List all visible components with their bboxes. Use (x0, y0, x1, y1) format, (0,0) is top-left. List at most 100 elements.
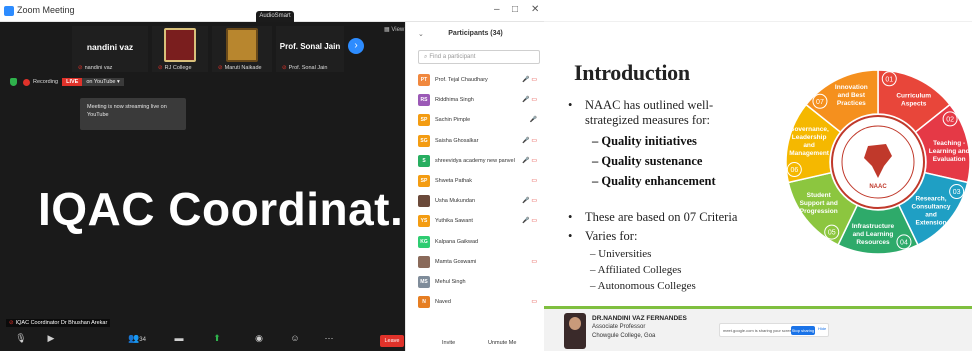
participant-avatar (418, 255, 430, 268)
recording-label: Recording (33, 79, 59, 85)
chat-button[interactable]: ▬ (166, 333, 192, 349)
participant-search-input[interactable]: ⌕ Find a participant (418, 50, 540, 64)
participant-row[interactable]: KG Kalpana Gaikwad (406, 232, 545, 252)
sub-bullet: – Autonomous Colleges (590, 280, 696, 292)
mute-button[interactable]: 🎙 (8, 333, 34, 349)
slide-title: Introduction (574, 60, 690, 85)
participant-avatar: MS (418, 275, 430, 288)
participant-name: Prof. Tejal Chaudhary (435, 77, 488, 83)
reaction-icon: ☺ (290, 333, 300, 343)
mic-video-status-icon: 🎤 ▭ (522, 137, 537, 144)
criteria-label: Governance, (789, 126, 829, 133)
participant-row[interactable]: PT Prof. Tejal Chaudhary 🎤 ▭ (406, 70, 545, 90)
security-shield-icon (10, 78, 17, 86)
video-tile[interactable]: ⊘ RJ College (152, 26, 208, 72)
participant-row[interactable]: RS Riddhima Singh 🎤 ▭ (406, 90, 545, 110)
participant-avatar: N (418, 296, 430, 309)
mic-video-status-icon: 🎤 ▭ (522, 77, 537, 83)
participant-row[interactable]: Sshreevidya academy new panvel 🎤 ▭ (406, 151, 545, 171)
video-tile[interactable]: nandini vaz ⊘ nandini vaz (72, 26, 148, 72)
more-icon: ⋯ (324, 333, 334, 343)
mic-video-status-icon: ▭ (531, 299, 537, 306)
more-button[interactable]: ⋯ (316, 333, 342, 349)
participant-row[interactable]: MS Mehul Singh (406, 272, 545, 292)
record-button[interactable]: ◉ (246, 333, 272, 349)
mic-video-status-icon: 🎤 ▭ (522, 198, 537, 205)
leave-button[interactable]: Leave (380, 335, 404, 347)
criteria-label: Leadership (792, 134, 827, 141)
criteria-label: Support and (800, 200, 838, 207)
reactions-button[interactable]: ☺ (282, 333, 308, 349)
hide-share-button[interactable]: Hide (818, 326, 826, 331)
invite-button[interactable]: Invite (442, 340, 455, 350)
criteria-label: Infrastructure (852, 223, 895, 230)
participant-avatar: YS (418, 215, 430, 228)
video-button[interactable]: ▶ (38, 333, 64, 349)
mic-video-status-icon: 🎤 ▭ (522, 97, 537, 104)
criteria-label: and (803, 142, 815, 149)
tile-label: ⊘ Prof. Sonal Jain (282, 65, 328, 71)
video-tile[interactable]: Prof. Sonal Jain ⊘ Prof. Sonal Jain (276, 26, 344, 72)
minimize-button[interactable]: – (494, 4, 500, 15)
participant-row[interactable]: SG Saisha Ghosalkar 🎤 ▭ (406, 131, 545, 151)
mic-video-status-icon: ▭ (531, 177, 537, 184)
audio-device-label: AudioSmart (256, 11, 294, 22)
mic-muted-icon: ⊘ (9, 320, 14, 326)
criteria-label: Learning and (929, 148, 970, 155)
participant-name: Usha Mukundan (435, 198, 476, 205)
unmute-me-button[interactable]: Unmute Me (488, 340, 516, 350)
stop-sharing-button[interactable]: Stop sharing (791, 326, 815, 335)
participant-row[interactable]: SP Shweta Pathak ▭ (406, 171, 545, 191)
participant-row[interactable]: SP Sachin Pimple 🎤 (406, 110, 545, 130)
participant-name: Mehul Singh (435, 278, 466, 285)
criteria-label: Management (789, 150, 830, 157)
live-badge[interactable]: LIVE (62, 78, 83, 86)
participant-row[interactable]: Usha Mukundan 🎤 ▭ (406, 191, 545, 211)
close-button[interactable]: ✕ (531, 4, 539, 15)
participant-avatar: SP (418, 174, 430, 187)
record-icon: ◉ (255, 333, 263, 343)
presenter-photo (564, 313, 586, 349)
participant-name: Naved (435, 299, 451, 306)
mic-muted-icon: ⊘ (158, 65, 163, 71)
participants-icon: 👥 (128, 333, 140, 343)
tile-label: ⊘ RJ College (158, 65, 192, 71)
participant-name: Mamta Goswami (435, 258, 477, 265)
view-button[interactable]: ▦ View (384, 26, 404, 33)
criteria-label: Research, (915, 196, 946, 203)
presenter-role: Associate Professor (592, 324, 646, 330)
participants-panel: ⌄ Participants (34) ⌕ Find a participant … (405, 22, 544, 351)
meeting-toolbar: 🎙 ▶ 👥34 ▬ ⬆ ◉ ☺ ⋯ Leave (0, 330, 405, 351)
criteria-label: Student (807, 192, 832, 199)
tile-name: nandini vaz (86, 42, 134, 52)
video-tile[interactable]: ⊘ Maruti Naikade (212, 26, 272, 72)
participant-row[interactable]: N Naved ▭ (406, 292, 545, 312)
live-destination-dropdown[interactable]: on YouTube ▾ (82, 78, 124, 86)
participant-row[interactable]: Mamta Goswami ▭ (406, 252, 545, 272)
criteria-label: Extension (915, 220, 946, 227)
participant-avatar: KG (418, 235, 430, 248)
criteria-label: Resources (856, 239, 890, 246)
participant-name: Kalpana Gaikwad (435, 238, 479, 245)
college-crest-image (164, 28, 196, 62)
view-label: View (391, 27, 405, 33)
tile-label: ⊘ Maruti Naikade (218, 65, 262, 71)
next-page-arrow-icon[interactable]: › (348, 38, 364, 54)
mic-muted-icon: ⊘ (218, 65, 223, 71)
mic-muted-icon: ⊘ (282, 65, 287, 71)
participant-row[interactable]: YS Yuthika Sawant 🎤 ▭ (406, 211, 545, 231)
participants-count: 34 (139, 337, 146, 343)
participants-button[interactable]: 👥34 (124, 333, 150, 349)
window-title: Zoom Meeting (17, 5, 75, 15)
criteria-number: 04 (900, 239, 908, 246)
criteria-label: and (925, 212, 937, 219)
criteria-number: 03 (953, 189, 961, 196)
share-screen-button[interactable]: ⬆ (204, 333, 230, 349)
criteria-label: and Best (838, 92, 866, 99)
maximize-button[interactable]: □ (512, 4, 518, 15)
video-camera-icon: ▶ (47, 333, 55, 343)
tile-label: ⊘ nandini vaz (78, 65, 113, 71)
participant-avatar (418, 195, 430, 208)
naac-criteria-wheel: 01 CurriculumAspects 02 Teaching -Learning … (785, 69, 971, 255)
sub-bullet: – Affiliated Colleges (590, 264, 682, 276)
